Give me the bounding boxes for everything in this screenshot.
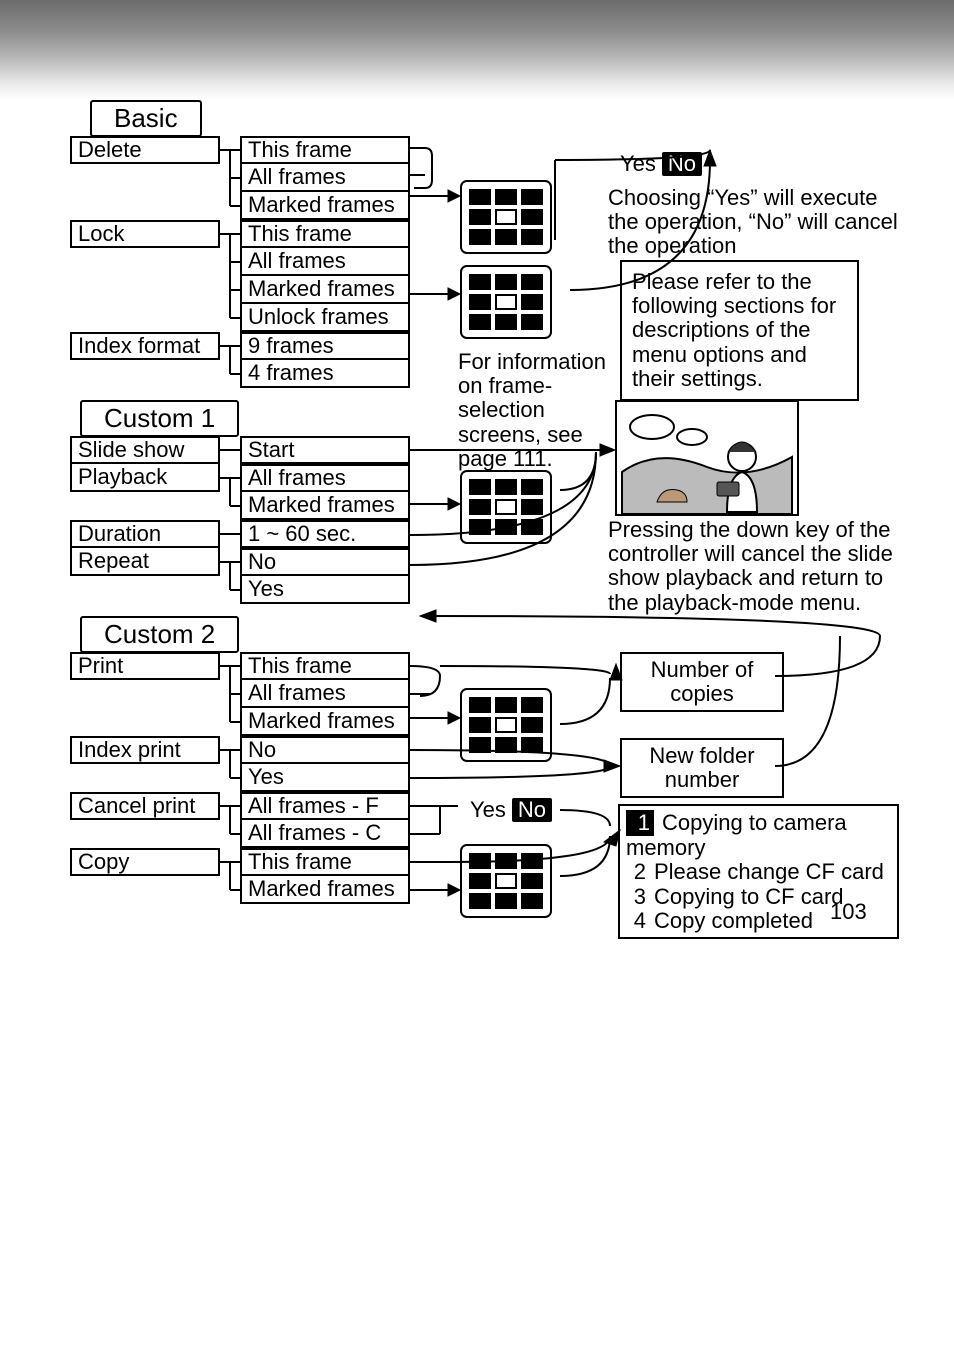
menu-playback: Playback	[70, 464, 220, 492]
conn-cancel	[220, 792, 240, 848]
conn-lock	[220, 220, 240, 332]
menu-copy: Copy	[70, 848, 220, 876]
opt-copy-marked: Marked frames	[240, 876, 410, 904]
c1-dur-opts: 1 ~ 60 sec.	[240, 520, 410, 548]
menu-indexprint: Index print	[70, 736, 220, 764]
tab-basic: Basic	[90, 100, 202, 137]
menu-print: Print	[70, 652, 220, 680]
conn-copy	[220, 848, 240, 904]
c2-cancel-opts: All frames - F All frames - C	[240, 792, 410, 848]
section-basic: Basic Delete Lock Index format This fram…	[60, 100, 900, 370]
c1-left: Slide show Playback	[70, 436, 220, 492]
menu-cancelprint: Cancel print	[70, 792, 220, 820]
opt-index-9: 9 frames	[240, 332, 410, 360]
section-custom1: Custom 1 Slide show Playback Duration Re…	[60, 400, 900, 600]
opt-cancel-f: All frames - F	[240, 792, 410, 820]
menu-slideshow: Slide show	[70, 436, 220, 464]
c2-copy-opts: This frame Marked frames	[240, 848, 410, 904]
conn-ip	[220, 736, 240, 792]
flow-c2	[410, 616, 890, 916]
opt-delete-this: This frame	[240, 136, 410, 164]
opt-lock-this: This frame	[240, 220, 410, 248]
conn-delete	[220, 136, 240, 220]
opt-duration: 1 ~ 60 sec.	[240, 520, 410, 548]
opt-pr-marked: Marked frames	[240, 708, 410, 736]
opt-rep-yes: Yes	[240, 576, 410, 604]
conn-index	[220, 332, 240, 388]
opt-rep-no: No	[240, 548, 410, 576]
opt-ip-yes: Yes	[240, 764, 410, 792]
conn-slide	[220, 436, 240, 464]
c2-left4: Copy	[70, 848, 220, 876]
opt-start: Start	[240, 436, 410, 464]
c2-left3: Cancel print	[70, 792, 220, 820]
c2-print-opts: This frame All frames Marked frames	[240, 652, 410, 736]
opt-pr-all: All frames	[240, 680, 410, 708]
basic-left-col: Delete	[70, 136, 220, 164]
tab-custom2: Custom 2	[80, 616, 239, 653]
indexfmt-opts: 9 frames 4 frames	[240, 332, 410, 388]
delete-opts: This frame All frames Marked frames	[240, 136, 410, 220]
camera-illustration	[615, 400, 799, 516]
opt-index-4: 4 frames	[240, 360, 410, 388]
conn-print	[220, 652, 240, 736]
page-number: 103	[830, 900, 867, 924]
opt-lock-marked: Marked frames	[240, 276, 410, 304]
opt-copy-this: This frame	[240, 848, 410, 876]
c2-left2: Index print	[70, 736, 220, 764]
basic-left-col2: Lock	[70, 220, 220, 248]
tab-custom1: Custom 1	[80, 400, 239, 437]
c2-left1: Print	[70, 652, 220, 680]
c1-slide-opts: Start	[240, 436, 410, 464]
opt-pr-this: This frame	[240, 652, 410, 680]
conn-dur	[220, 520, 240, 548]
note-slidecancel: Pressing the down key of the controller …	[608, 518, 898, 615]
c1-rep-opts: No Yes	[240, 548, 410, 604]
opt-lock-unlock: Unlock frames	[240, 304, 410, 332]
conn-play	[220, 464, 240, 520]
opt-play-marked: Marked frames	[240, 492, 410, 520]
opt-delete-marked: Marked frames	[240, 192, 410, 220]
menu-delete: Delete	[70, 136, 220, 164]
menu-lock: Lock	[70, 220, 220, 248]
section-custom2: Custom 2 Print Index print Cancel print …	[60, 616, 900, 896]
menu-index-format: Index format	[70, 332, 220, 360]
c2-ip-opts: No Yes	[240, 736, 410, 792]
flow-c1	[410, 430, 620, 610]
opt-ip-no: No	[240, 736, 410, 764]
opt-lock-all: All frames	[240, 248, 410, 276]
lock-opts: This frame All frames Marked frames Unlo…	[240, 220, 410, 332]
conn-rep	[220, 548, 240, 604]
basic-left-col3: Index format	[70, 332, 220, 360]
opt-delete-all: All frames	[240, 164, 410, 192]
flow-basic	[410, 100, 770, 340]
menu-repeat: Repeat	[70, 548, 220, 576]
header-gradient	[0, 0, 954, 100]
opt-play-all: All frames	[240, 464, 410, 492]
c1-left2: Duration Repeat	[70, 520, 220, 576]
c1-play-opts: All frames Marked frames	[240, 464, 410, 520]
menu-duration: Duration	[70, 520, 220, 548]
manual-page: Basic Delete Lock Index format This fram…	[0, 0, 954, 1352]
opt-cancel-c: All frames - C	[240, 820, 410, 848]
